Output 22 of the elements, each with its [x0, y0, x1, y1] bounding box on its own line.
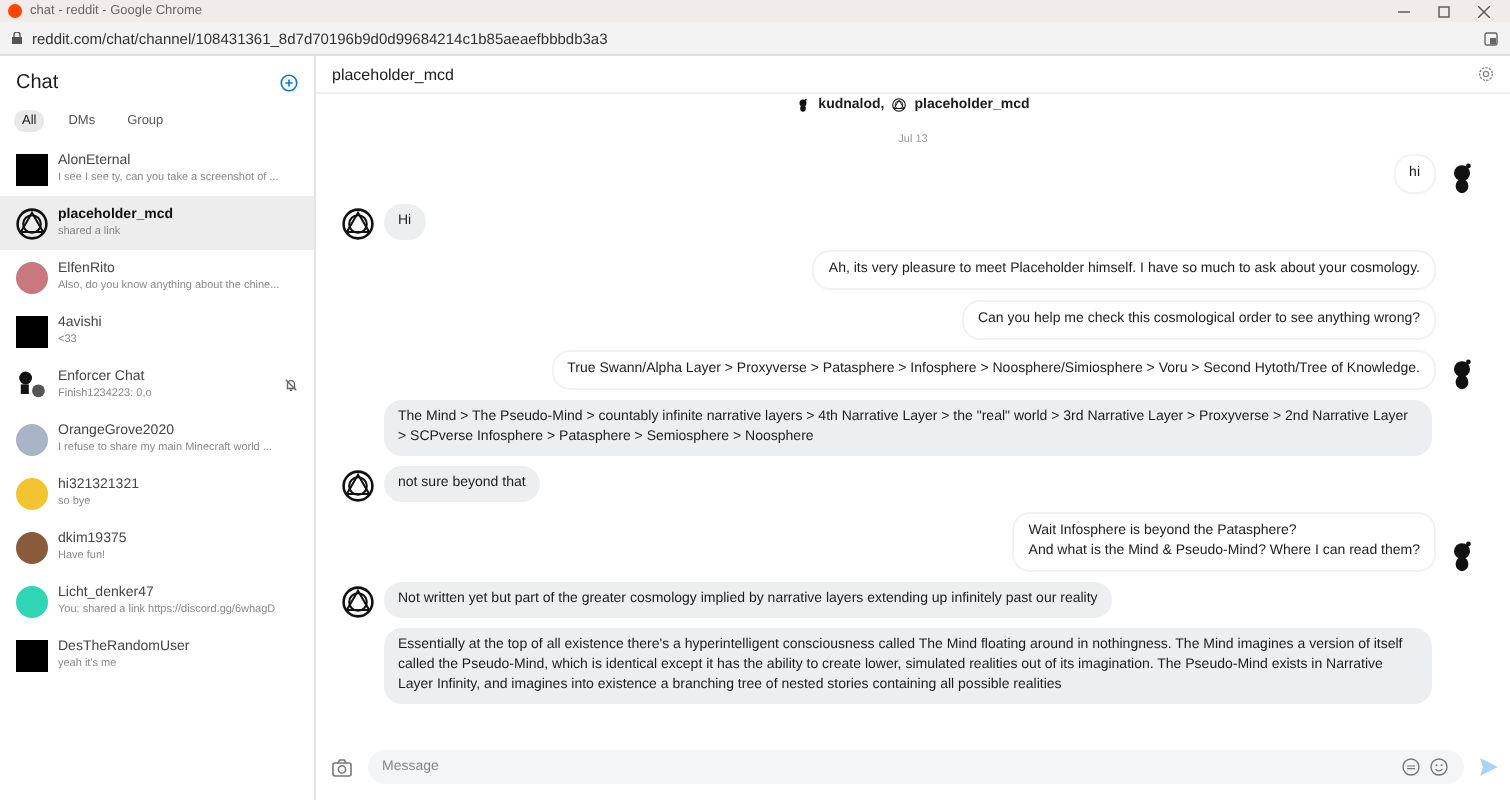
nsfw-avatar [16, 153, 48, 185]
group-avatar-icon [16, 369, 48, 401]
nsfw-avatar [16, 639, 48, 671]
settings-icon[interactable] [1478, 66, 1494, 82]
extension-icon[interactable] [1484, 31, 1498, 45]
camera-icon[interactable] [332, 757, 352, 777]
nsfw-avatar [16, 315, 48, 347]
sender-avatar-icon [342, 208, 374, 240]
sender-avatar-icon [342, 586, 374, 618]
sender-avatar-icon [342, 470, 374, 502]
lock-icon[interactable] [12, 32, 22, 44]
sidebar-title: Chat [16, 71, 59, 93]
emblem-icon [892, 98, 907, 112]
chat-title: placeholder_mcd [332, 65, 454, 83]
close-icon[interactable] [1478, 5, 1490, 17]
character-icon [796, 98, 811, 112]
maximize-icon[interactable] [1438, 5, 1450, 17]
emoji-icon[interactable] [1430, 758, 1448, 776]
minimize-icon[interactable] [1398, 5, 1410, 17]
new-chat-icon[interactable] [280, 73, 298, 91]
emblem-avatar-icon [16, 207, 48, 239]
browser-logo-icon [8, 4, 22, 18]
